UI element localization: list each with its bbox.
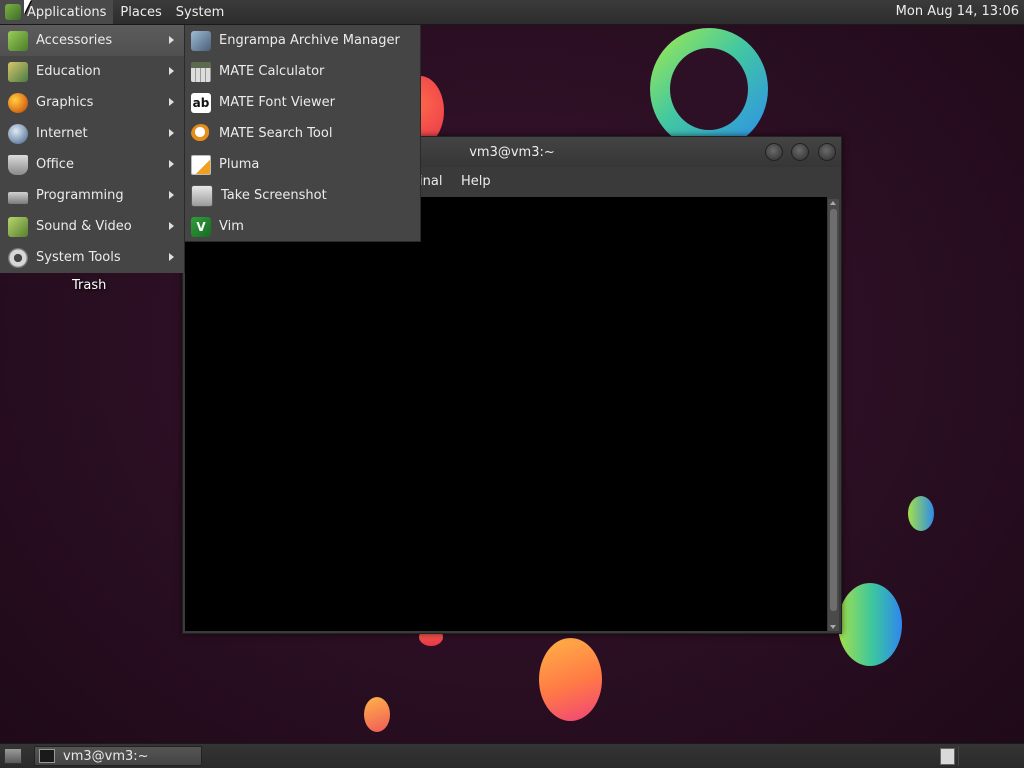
show-desktop-icon[interactable] [4, 748, 22, 764]
submenu-arrow-icon [169, 67, 174, 75]
menu-item-label: Internet [36, 126, 88, 141]
bottom-panel: vm3@vm3:~ [0, 743, 1024, 768]
applications-dropdown: Accessories Education Graphics Internet … [0, 25, 185, 273]
top-panel: Applications Places System Mon Aug 14, 1… [0, 0, 1024, 25]
menu-item-label: Education [36, 64, 101, 79]
decor-bubble [908, 496, 934, 531]
maximize-button[interactable] [791, 143, 809, 161]
submenu-item-label: Pluma [219, 157, 260, 172]
menu-item-education[interactable]: Education [0, 56, 184, 87]
menu-item-programming[interactable]: Programming [0, 180, 184, 211]
clock[interactable]: Mon Aug 14, 13:06 [896, 0, 1019, 24]
internet-icon [8, 123, 28, 144]
submenu-item-screenshot[interactable]: Take Screenshot [185, 180, 420, 211]
taskbar-label: vm3@vm3:~ [63, 748, 149, 764]
terminal-scrollbar[interactable] [828, 199, 839, 631]
submenu-item-search-tool[interactable]: MATE Search Tool [185, 118, 420, 149]
submenu-arrow-icon [169, 222, 174, 230]
menu-item-label: Graphics [36, 95, 94, 110]
font-viewer-icon: ab [191, 92, 211, 113]
submenu-item-label: MATE Font Viewer [219, 95, 336, 110]
trash-desktop-label[interactable]: Trash [72, 278, 106, 293]
submenu-item-label: Vim [219, 219, 244, 234]
submenu-item-pluma[interactable]: Pluma [185, 149, 420, 180]
search-tool-icon [191, 123, 211, 144]
terminal-icon [39, 749, 55, 763]
accessories-submenu: Engrampa Archive Manager MATE Calculator… [184, 25, 421, 242]
office-icon [8, 154, 28, 175]
mouse-cursor-icon [24, 0, 31, 14]
submenu-arrow-icon [169, 253, 174, 261]
workspace-divider [958, 746, 959, 766]
taskbar-button-terminal[interactable]: vm3@vm3:~ [34, 746, 202, 766]
scroll-thumb[interactable] [830, 209, 837, 611]
menu-item-label: Sound & Video [36, 219, 132, 234]
menu-item-system-tools[interactable]: System Tools [0, 242, 184, 273]
menu-item-label: Accessories [36, 33, 113, 48]
programming-icon [8, 191, 28, 204]
terminal-output[interactable] [185, 197, 827, 631]
menu-item-label: Programming [36, 188, 124, 203]
education-icon [8, 61, 28, 82]
close-button[interactable] [818, 143, 836, 161]
menu-item-sound-video[interactable]: Sound & Video [0, 211, 184, 242]
screenshot-icon [191, 184, 213, 207]
menu-terminal[interactable]: inal [419, 174, 442, 189]
submenu-item-label: MATE Calculator [219, 64, 325, 79]
system-menu[interactable]: System [169, 0, 231, 24]
submenu-arrow-icon [169, 98, 174, 106]
graphics-icon [8, 92, 28, 113]
system-tools-icon [8, 247, 28, 268]
submenu-item-vim[interactable]: V Vim [185, 211, 420, 242]
decor-bubble [364, 697, 390, 732]
submenu-item-font-viewer[interactable]: ab MATE Font Viewer [185, 87, 420, 118]
text-editor-icon [191, 154, 211, 175]
submenu-item-label: Engrampa Archive Manager [219, 33, 400, 48]
decor-ring [650, 28, 768, 150]
menu-item-internet[interactable]: Internet [0, 118, 184, 149]
submenu-item-label: Take Screenshot [221, 188, 327, 203]
scroll-down-icon[interactable] [830, 625, 836, 629]
menu-item-accessories[interactable]: Accessories [0, 25, 184, 56]
vim-icon: V [191, 216, 211, 237]
scroll-up-icon[interactable] [830, 201, 836, 205]
mate-logo-icon [5, 4, 21, 20]
submenu-item-engrampa[interactable]: Engrampa Archive Manager [185, 25, 420, 56]
submenu-arrow-icon [169, 129, 174, 137]
submenu-arrow-icon [169, 160, 174, 168]
accessories-icon [8, 30, 28, 51]
menu-item-label: System Tools [36, 250, 121, 265]
decor-bubble [539, 638, 602, 721]
sound-video-icon [8, 216, 28, 237]
applications-menu[interactable]: Applications [0, 0, 114, 24]
submenu-item-calculator[interactable]: MATE Calculator [185, 56, 420, 87]
applications-label: Applications [27, 4, 107, 20]
submenu-arrow-icon [169, 36, 174, 44]
submenu-item-label: MATE Search Tool [219, 126, 333, 141]
menu-item-label: Office [36, 157, 74, 172]
places-menu[interactable]: Places [113, 0, 168, 24]
menu-item-office[interactable]: Office [0, 149, 184, 180]
calculator-icon [191, 61, 211, 82]
menu-help[interactable]: Help [461, 174, 491, 189]
workspace-switcher-1[interactable] [940, 748, 955, 765]
archive-manager-icon [191, 30, 211, 51]
minimize-button[interactable] [765, 143, 783, 161]
menu-item-graphics[interactable]: Graphics [0, 87, 184, 118]
decor-bubble [838, 583, 902, 666]
submenu-arrow-icon [169, 191, 174, 199]
